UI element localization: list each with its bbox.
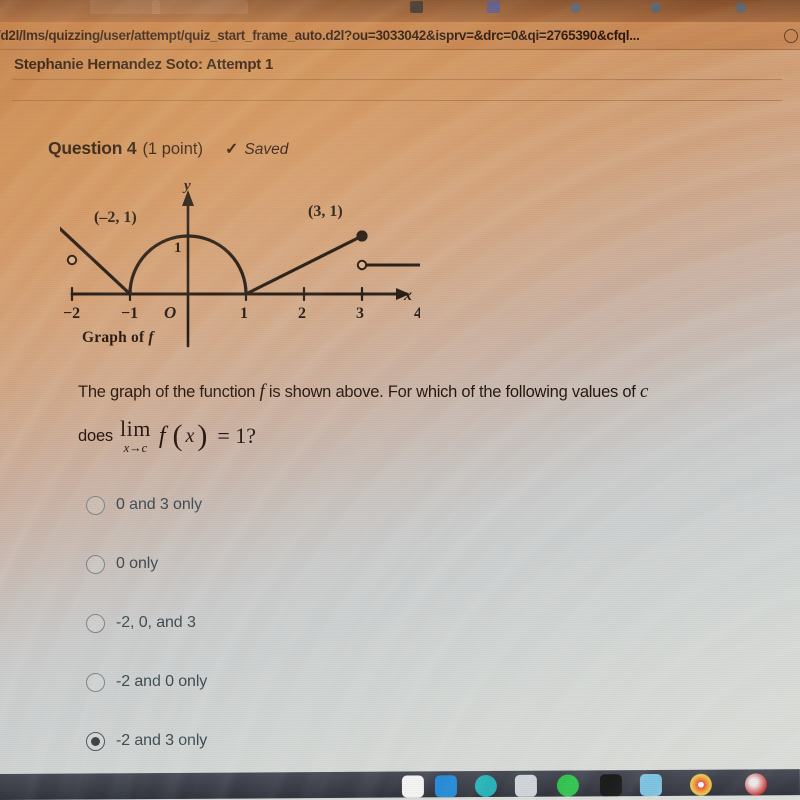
option-label-2: 0 only [116,555,159,572]
xtick-label-4: 4 [414,305,420,322]
toolbar-icon[interactable] [487,1,500,13]
limit-argument: (x) [173,419,209,453]
xtick-label-3: 3 [356,305,364,322]
prompt-does-word: does [78,426,113,445]
option-row-2[interactable]: 0 only [86,551,506,577]
limit-lim-text: lim [119,415,151,441]
photos-icon[interactable] [639,773,662,797]
pinterest-icon[interactable] [744,773,767,796]
toolbar-icon[interactable] [735,2,746,13]
mail-icon[interactable] [514,774,537,797]
radio-button-2[interactable] [86,554,105,574]
limit-subscript: x→c [123,440,148,455]
question-header: Question 4 (1 point) ✓ Saved [48,138,288,159]
toolbar-icon[interactable] [570,2,581,13]
os-dock [0,769,800,800]
option-label-4: -2 and 0 only [116,673,208,690]
toolbar-icon[interactable] [650,2,661,13]
browser-tab[interactable] [90,0,160,14]
x-axis-label: x [403,287,412,304]
limit-operator: lim x→c [119,415,151,455]
attempt-header-text: Stephanie Hernandez Soto: Attempt 1 [14,55,274,73]
option-row-5[interactable]: -2 and 3 only [86,728,506,754]
annotation-3-1: (3, 1) [308,203,343,220]
option-label-3: -2, 0, and 3 [116,614,196,631]
prompt-text-part1: The graph of the function [78,383,260,401]
xtick-label-1: 1 [240,305,248,322]
browser-address-bar[interactable]: /d2l/lms/quizzing/user/attempt/quiz_star… [0,22,800,50]
paren-open: ( [172,419,184,452]
question-prompt: The graph of the function f is shown abo… [78,380,778,454]
prompt-line-2: does lim x→c f (x) = 1? [78,415,778,455]
paren-close: ) [197,419,209,452]
xtick-label--2: −2 [63,305,80,322]
option-label-1: 0 and 3 only [116,496,202,513]
url-text: /d2l/lms/quizzing/user/attempt/quiz_star… [0,28,640,43]
question-points: (1 point) [142,140,203,158]
radio-button-3[interactable] [86,613,105,633]
paren-variable: x [185,424,196,447]
graph-caption-f: f [148,329,154,346]
prompt-line-1: The graph of the function f is shown abo… [78,380,778,404]
option-label-5: -2 and 3 only [116,732,208,749]
radio-button-5[interactable] [86,731,105,751]
origin-label: O [164,303,176,322]
limit-equals-one: = 1? [217,423,257,448]
radio-button-1[interactable] [86,495,105,515]
xtick-label-2: 2 [298,305,306,322]
option-row-3[interactable]: -2, 0, and 3 [86,610,506,636]
account-circle-icon[interactable] [784,29,798,43]
browser-tab-strip [0,0,800,22]
ytick-label-1: 1 [174,240,182,256]
safari-icon[interactable] [474,774,497,798]
annotation-neg2-1: (–2, 1) [94,209,137,226]
screen-photo: /d2l/lms/quizzing/user/attempt/quiz_star… [0,0,800,800]
graph-caption: Graph of f [82,329,154,347]
rising-ray [244,234,364,296]
browser-tab[interactable] [152,0,248,14]
graph-caption-text: Graph of [82,329,145,346]
xtick-label--1: −1 [121,305,138,322]
option-row-4[interactable]: -2 and 0 only [86,669,506,695]
finder-icon[interactable] [401,775,424,798]
option-row-1[interactable]: 0 and 3 only [86,492,506,518]
launchpad-icon[interactable] [434,775,457,798]
attempt-header-bar: Stephanie Hernandez Soto: Attempt 1 [0,50,800,78]
saved-status: ✓ Saved [225,139,288,159]
closed-endpoint-3-1 [356,230,368,242]
limit-function-symbol: f [158,422,166,449]
toolbar-icon[interactable] [410,1,423,13]
saved-label: Saved [244,141,289,158]
check-icon: ✓ [224,141,239,158]
prompt-text-part2: is shown above. For which of the followi… [264,383,640,401]
question-title: Question 4 [48,138,137,158]
divider [12,100,782,101]
messages-icon[interactable] [556,774,579,797]
open-endpoint-3-half [356,259,368,271]
open-endpoint-neg2-1 [66,254,78,266]
y-axis-label: y [182,178,191,194]
answer-options: 0 and 3 only 0 only -2, 0, and 3 -2 and … [86,492,506,787]
radio-button-4[interactable] [86,672,105,692]
chrome-icon[interactable] [689,773,712,796]
divider [12,79,782,80]
netflix-icon[interactable] [599,774,622,797]
prompt-symbol-c: c [639,381,649,402]
